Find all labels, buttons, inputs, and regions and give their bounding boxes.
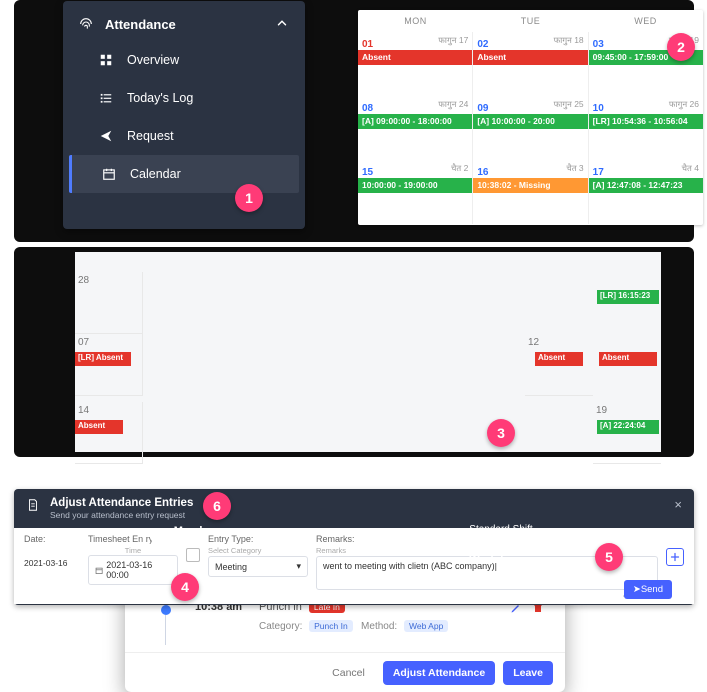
calendar-date: 08 [362,103,373,114]
adjust-title: Adjust Attendance Entries [50,497,193,509]
modal-month-weekday: MarchTuesday [174,524,218,553]
calendar-cell[interactable]: 01 फागुन 17 Absent [358,32,473,96]
calendar-subdate: चैत 3 [566,163,583,174]
step-badge-5: 5 [595,543,623,571]
modal-day-number: 16 [137,524,164,552]
weekday-wed: WED [588,10,703,32]
calendar-input-icon [95,566,103,575]
document-icon [26,498,42,514]
sidebar-item-request[interactable]: Request [63,117,305,155]
calendar-subdate: फागुन 18 [554,35,584,46]
adjust-attendance-button[interactable]: Adjust Attendance [383,661,495,685]
add-entry-button[interactable] [666,548,684,566]
sidebar-item-label: Overview [127,53,179,67]
calendar-badge: [A] 10:00:00 - 20:00 [473,114,587,129]
calendar-badge: [A] 09:00:00 - 18:00:00 [358,114,472,129]
bg-cell: 28 [75,272,143,334]
calendar-subdate: फागुन 26 [669,99,699,110]
list-icon [97,89,115,107]
bg-badge: [LR] Absent [75,352,131,366]
panel-step-2: 28 [LR] 16:15:23 07 [LR] Absent 12 Absen… [14,247,694,457]
bg-badge: [A] 22:24:04 [597,420,659,434]
cancel-button[interactable]: Cancel [322,661,375,685]
send-icon [97,127,115,145]
calendar-cell[interactable]: 08 फागुन 24 [A] 09:00:00 - 18:00:00 [358,96,473,160]
calendar-badge: 10:00:00 - 19:00:00 [358,178,472,193]
date-label: Date: [24,534,80,544]
calendar-cell[interactable]: 10 फागुन 26 [LR] 10:54:36 - 10:56:04 [589,96,703,160]
sidebar-item-todays-log[interactable]: Today's Log [63,79,305,117]
calendar-date: 03 [593,39,604,50]
sidebar-item-label: Today's Log [127,91,193,105]
calendar-badge: Absent [358,50,472,65]
dashboard-icon [97,51,115,69]
calendar-cell[interactable]: 16 चैत 3 10:38:02 - Missing [473,160,588,224]
sidebar-item-label: Request [127,129,174,143]
sidebar: Attendance Overview Today's Log Request [63,1,305,229]
calendar-date: 09 [477,103,488,114]
sidebar-item-label: Calendar [130,167,181,181]
entry-meta: Category: Punch In Method: Web App [259,620,448,632]
calendar-cell[interactable]: 09 फागुन 25 [A] 10:00:00 - 20:00 [473,96,588,160]
calendar-date: 15 [362,167,373,178]
method-tag: Web App [404,620,448,632]
calendar-date: 10 [593,103,604,114]
step-badge-2: 2 [667,33,695,61]
sidebar-item-calendar[interactable]: Calendar [69,155,299,193]
bg-badge: Absent [535,352,583,366]
calendar-subdate: फागुन 17 [438,35,468,46]
sidebar-title: Attendance [105,17,176,32]
plus-icon [669,551,681,563]
timeline-dot-icon [161,605,171,615]
calendar-cell[interactable]: 17 चैत 4 [A] 12:47:08 - 12:47:23 [589,160,703,224]
step-badge-4: 4 [171,573,199,601]
calendar-background: 28 [LR] 16:15:23 07 [LR] Absent 12 Absen… [75,252,661,452]
calendar-subdate: चैत 4 [682,163,699,174]
calendar-cell[interactable]: 02 फागुन 18 Absent [473,32,588,96]
step-badge-1: 1 [235,184,263,212]
category-tag: Punch In [309,620,353,632]
calendar-badge: [LR] 10:54:36 - 10:56:04 [589,114,703,129]
timeline-line [165,615,166,645]
entry-type-select[interactable]: Meeting ▾ [208,556,308,577]
calendar-subdate: फागुन 25 [554,99,584,110]
modal-footer: Cancel Adjust Attendance Leave [125,652,565,692]
calendar-badge: Absent [473,50,587,65]
bg-badge: Absent [75,420,123,434]
calendar-subdate: चैत 2 [451,163,468,174]
sidebar-section-attendance[interactable]: Attendance [63,7,305,41]
calendar-date: 16 [477,167,488,178]
weekday-tue: TUE [473,10,588,32]
calendar-badge: 10:38:02 - Missing [473,178,587,193]
chevron-down-icon: ▾ [296,561,301,572]
adjust-header: Adjust Attendance Entries Send your atte… [14,489,694,528]
leave-button[interactable]: Leave [503,661,553,685]
calendar-date: 17 [593,167,604,178]
calendar-date: 02 [477,39,488,50]
fingerprint-icon [77,15,95,33]
send-arrow-icon: ➤ [633,584,641,595]
close-icon[interactable]: × [674,497,682,512]
panel-step-1: Attendance Overview Today's Log Request [14,0,694,242]
calendar-cell[interactable]: 15 चैत 2 10:00:00 - 19:00:00 [358,160,473,224]
modal-shift-info: Standard Shift 10:38:02 - Missing Workda… [469,522,551,569]
calendar-weekday-header: MON TUE WED [358,10,703,32]
step-badge-6: 6 [203,492,231,520]
step-badge-3: 3 [487,419,515,447]
chevron-up-icon [275,16,291,32]
bg-badge: [LR] 16:15:23 [597,290,659,304]
send-button[interactable]: ➤Send [624,580,672,599]
weekday-mon: MON [358,10,473,32]
calendar-grid: MON TUE WED 01फागुन 17Absent02फागुन 18Ab… [358,10,703,225]
calendar-date: 01 [362,39,373,50]
bg-badge: Absent [599,352,657,366]
adjust-subtitle: Send your attendance entry request [50,510,193,520]
timesheet-time-input[interactable]: 2021-03-16 00:00 [88,555,178,585]
calendar-icon [100,165,118,183]
calendar-badge: [A] 12:47:08 - 12:47:23 [589,178,703,193]
calendar-subdate: फागुन 24 [438,99,468,110]
sidebar-item-overview[interactable]: Overview [63,41,305,79]
date-value: 2021-03-16 [24,556,80,570]
